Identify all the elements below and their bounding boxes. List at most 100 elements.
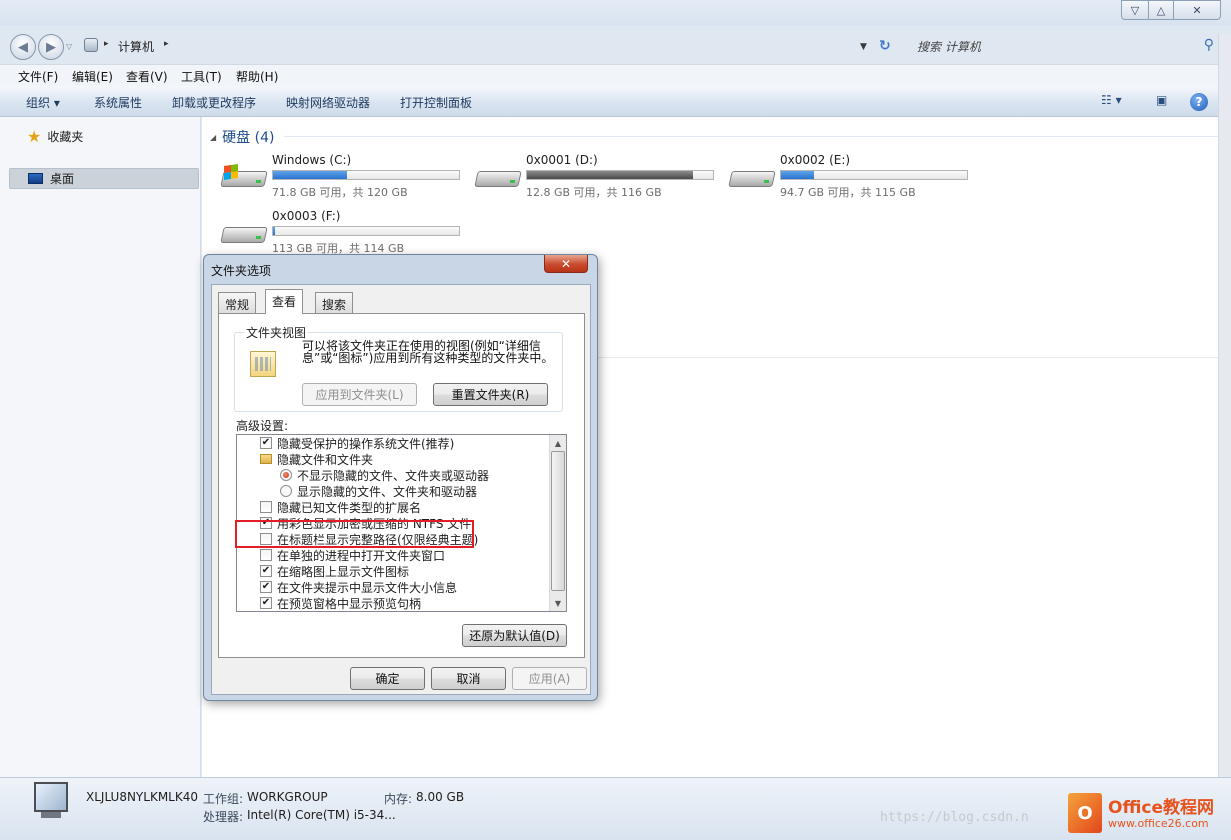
nav-desktop-label: 桌面	[50, 172, 75, 186]
workgroup-value: WORKGROUP	[247, 790, 328, 804]
search-input[interactable]: 搜索 计算机 ⚲	[904, 34, 1220, 58]
menu-edit[interactable]: 编辑(E)	[72, 68, 113, 85]
desktop-icon	[28, 173, 43, 184]
folder-view-description: 可以将该文件夹正在使用的视图(例如“详细信息”或“图标”)应用到所有这种类型的文…	[302, 339, 554, 365]
logo-title: Office教程网	[1108, 798, 1215, 818]
system-properties-button[interactable]: 系统属性	[94, 94, 142, 111]
checkbox[interactable]: ✔	[260, 437, 272, 449]
advanced-settings-label: 高级设置:	[236, 419, 289, 433]
memory-label: 内存:	[384, 792, 413, 806]
scroll-up-icon[interactable]: ▲	[550, 435, 566, 451]
list-scrollbar[interactable]: ▲ ▼	[549, 435, 566, 611]
drive-usage-bar	[272, 170, 460, 180]
drive-item[interactable]: 0x0003 (F:) 113 GB 可用，共 114 GB	[220, 209, 470, 259]
drive-usage-bar	[272, 226, 460, 236]
checkbox[interactable]	[260, 549, 272, 561]
cpu-label: 处理器:	[203, 810, 244, 824]
drive-item[interactable]: 0x0002 (E:) 94.7 GB 可用，共 115 GB	[728, 153, 978, 203]
list-item: 隐藏文件和文件夹	[237, 451, 549, 467]
drive-free-space: 71.8 GB 可用，共 120 GB	[272, 186, 408, 199]
scroll-down-icon[interactable]: ▼	[550, 595, 566, 611]
drive-item[interactable]: Windows (C:) 71.8 GB 可用，共 120 GB	[220, 153, 470, 203]
menu-tools[interactable]: 工具(T)	[181, 68, 222, 85]
tab-view[interactable]: 查看	[265, 289, 304, 314]
address-bar[interactable]: ▸ 计算机 ▸	[80, 34, 898, 58]
refresh-icon[interactable]: ↻	[879, 38, 891, 54]
drive-free-space: 12.8 GB 可用，共 116 GB	[526, 186, 662, 199]
computer-icon	[84, 38, 98, 52]
hard-drive-icon	[474, 165, 522, 191]
breadcrumb-computer[interactable]: 计算机	[118, 38, 154, 55]
folder-view-group-label: 文件夹视图	[244, 324, 309, 341]
list-item[interactable]: ✔ 在缩略图上显示文件图标	[237, 563, 549, 579]
drive-name: Windows (C:)	[272, 153, 352, 167]
menu-view[interactable]: 查看(V)	[126, 68, 168, 85]
minimize-button[interactable]: ▽	[1121, 0, 1149, 20]
dialog-body: 常规 查看 搜索 文件夹视图 可以将该文件夹正在使用的视图(例如“详细信息”或“…	[211, 284, 591, 695]
breadcrumb-separator-icon[interactable]: ▸	[164, 39, 169, 49]
list-item[interactable]: 隐藏已知文件类型的扩展名	[237, 499, 549, 515]
list-item[interactable]: 在单独的进程中打开文件夹窗口	[237, 547, 549, 563]
details-pane: XLJLU8NYLKMLK40 工作组: WORKGROUP 内存: 8.00 …	[0, 777, 1231, 840]
forward-button[interactable]: ▶	[38, 34, 64, 60]
search-icon[interactable]: ⚲	[1204, 37, 1214, 53]
drive-usage-bar	[780, 170, 968, 180]
checkbox[interactable]	[260, 501, 272, 513]
list-item[interactable]: 显示隐藏的文件、文件夹和驱动器	[237, 483, 549, 499]
tab-search[interactable]: 搜索	[315, 292, 354, 313]
folder-icon	[260, 454, 272, 464]
drive-item[interactable]: 0x0001 (D:) 12.8 GB 可用，共 116 GB	[474, 153, 724, 203]
list-item-label: 隐藏受保护的操作系统文件(推荐)	[277, 436, 455, 451]
checkbox[interactable]: ✔	[260, 565, 272, 577]
list-item[interactable]: ✔ 在预览窗格中显示预览句柄	[237, 595, 549, 611]
address-history-dropdown-icon[interactable]: ▼	[860, 42, 867, 52]
navigation-pane: ★ 收藏夹 桌面	[0, 117, 201, 777]
checkbox[interactable]: ✔	[260, 597, 272, 609]
memory-value: 8.00 GB	[416, 790, 465, 804]
checkbox[interactable]: ✔	[260, 581, 272, 593]
nav-favorites[interactable]: ★ 收藏夹	[27, 127, 83, 146]
list-item[interactable]: 不显示隐藏的文件、文件夹或驱动器	[237, 467, 549, 483]
hard-disks-group-header[interactable]: ◢ 硬盘 (4)	[210, 127, 274, 147]
list-item[interactable]: ✔ 在文件夹提示中显示文件大小信息	[237, 579, 549, 595]
list-item-label: 在缩略图上显示文件图标	[277, 564, 410, 579]
scroll-thumb[interactable]	[551, 451, 565, 591]
preview-pane-icon[interactable]: ▣	[1156, 93, 1167, 109]
maximize-button[interactable]: △	[1148, 0, 1174, 20]
apply-to-folders-button[interactable]: 应用到文件夹(L)	[302, 383, 417, 406]
highlight-annotation-box	[235, 520, 474, 548]
cancel-button[interactable]: 取消	[431, 667, 506, 690]
title-bar: ▽ △ ✕	[0, 0, 1231, 26]
computer-icon	[32, 782, 70, 824]
breadcrumb-separator-icon[interactable]: ▸	[104, 39, 109, 49]
back-button[interactable]: ◀	[10, 34, 36, 60]
list-item-label: 显示隐藏的文件、文件夹和驱动器	[297, 484, 478, 499]
dialog-title: 文件夹选项	[211, 264, 272, 278]
organize-button[interactable]: 组织 ▾	[26, 94, 60, 111]
menu-file[interactable]: 文件(F)	[18, 68, 58, 85]
change-view-icon[interactable]: ☷ ▾	[1101, 93, 1122, 109]
nav-desktop[interactable]: 桌面	[9, 168, 199, 189]
radio-button[interactable]	[280, 485, 292, 497]
tab-general[interactable]: 常规	[218, 292, 257, 313]
restore-defaults-button[interactable]: 还原为默认值(D)	[462, 624, 567, 647]
content-scrollbar[interactable]	[1218, 34, 1231, 777]
help-icon[interactable]: ?	[1190, 93, 1208, 111]
menu-help[interactable]: 帮助(H)	[236, 68, 278, 85]
open-control-panel-button[interactable]: 打开控制面板	[400, 94, 472, 111]
ok-button[interactable]: 确定	[350, 667, 425, 690]
hard-drive-icon	[220, 221, 268, 247]
list-item[interactable]: ✔ 隐藏受保护的操作系统文件(推荐)	[237, 435, 549, 451]
map-network-drive-button[interactable]: 映射网络驱动器	[286, 94, 370, 111]
search-placeholder: 搜索 计算机	[917, 40, 981, 54]
close-button[interactable]: ✕	[1173, 0, 1221, 20]
folder-view-group: 文件夹视图 可以将该文件夹正在使用的视图(例如“详细信息”或“图标”)应用到所有…	[234, 324, 563, 412]
uninstall-program-button[interactable]: 卸载或更改程序	[172, 94, 256, 111]
reset-folders-button[interactable]: 重置文件夹(R)	[433, 383, 548, 406]
radio-button[interactable]	[280, 469, 292, 481]
dialog-close-button[interactable]: ✕	[544, 255, 588, 273]
folder-view-icon	[250, 351, 276, 377]
collapse-icon[interactable]: ◢	[210, 133, 216, 142]
apply-button[interactable]: 应用(A)	[512, 667, 587, 690]
recent-pages-dropdown[interactable]: ▽	[66, 42, 72, 51]
